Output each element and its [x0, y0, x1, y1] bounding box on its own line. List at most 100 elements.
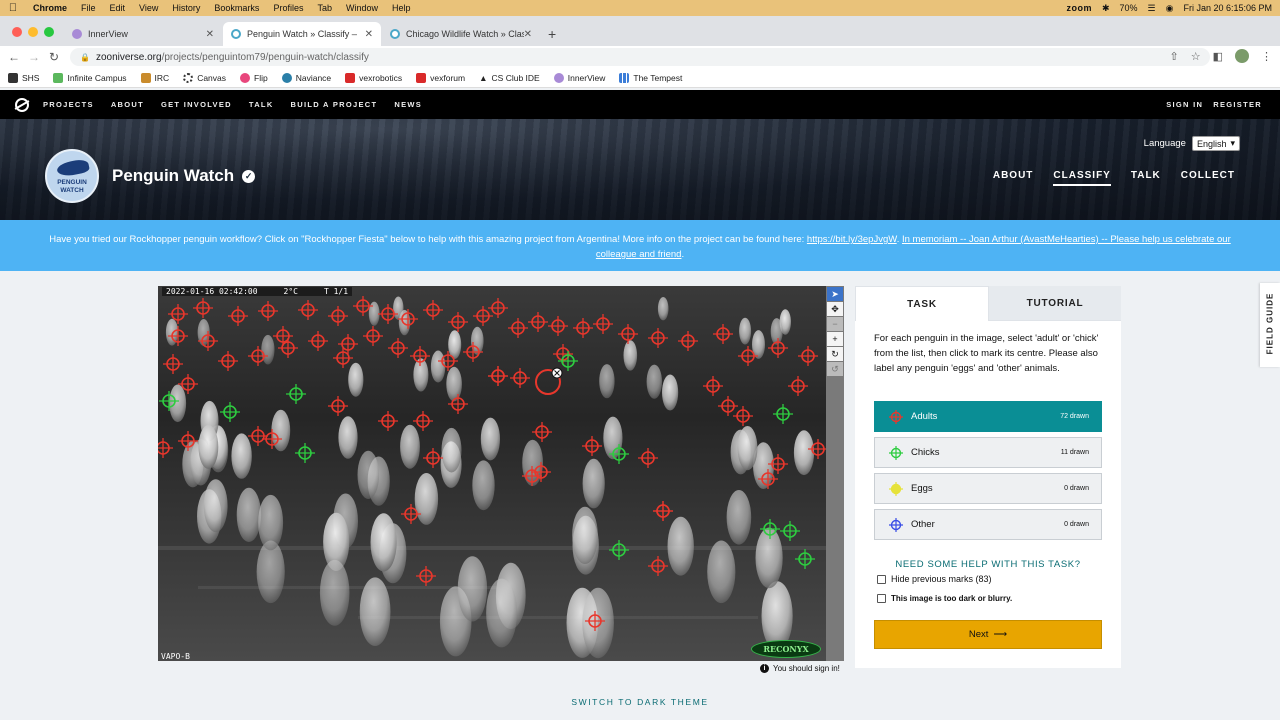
- project-nav-about[interactable]: ABOUT: [993, 170, 1034, 186]
- project-avatar[interactable]: PENGUIN WATCH: [45, 149, 99, 203]
- switch-dark-theme-button[interactable]: SWITCH TO DARK THEME: [0, 697, 1280, 707]
- option-adults[interactable]: Adults 72 drawn: [874, 401, 1102, 432]
- nav-news[interactable]: NEWS: [394, 100, 422, 109]
- pointer-tool-icon[interactable]: ➤: [827, 287, 843, 301]
- browser-tab-innerview[interactable]: InnerView ✕: [64, 22, 222, 46]
- bluetooth-icon[interactable]: ✱: [1102, 3, 1110, 14]
- next-button[interactable]: Next ⟶: [874, 620, 1102, 649]
- menu-tab[interactable]: Tab: [310, 3, 339, 13]
- language-value: English: [1196, 138, 1227, 149]
- bookmark-canvas[interactable]: Canvas: [183, 72, 226, 83]
- bookmark-shs[interactable]: SHS: [8, 72, 39, 83]
- register-link[interactable]: REGISTER: [1213, 100, 1262, 109]
- minimize-window-button[interactable]: [28, 27, 38, 37]
- zooniverse-logo-icon[interactable]: [15, 97, 29, 112]
- language-select[interactable]: English ▾: [1191, 136, 1240, 151]
- task-instruction: For each penguin in the image, select 'a…: [874, 333, 1099, 374]
- share-icon[interactable]: ⇧: [1170, 50, 1179, 63]
- menu-bookmarks[interactable]: Bookmarks: [207, 3, 266, 13]
- close-window-button[interactable]: [12, 27, 22, 37]
- project-title[interactable]: Penguin Watch: [112, 166, 234, 186]
- checkbox-icon[interactable]: [877, 574, 886, 584]
- camera-trap-photo[interactable]: [158, 286, 826, 661]
- wifi-icon[interactable]: ☰: [1148, 3, 1156, 14]
- menu-view[interactable]: View: [132, 3, 165, 13]
- tab-tutorial[interactable]: TUTORIAL: [989, 286, 1121, 321]
- zoom-window-button[interactable]: [44, 27, 54, 37]
- nav-get-involved[interactable]: GET INVOLVED: [161, 100, 232, 109]
- zoom-in-icon[interactable]: +: [827, 332, 843, 346]
- browser-tab-chicago-wildlife[interactable]: Chicago Wildlife Watch » Class ✕: [382, 22, 540, 46]
- browser-tab-penguin-watch[interactable]: Penguin Watch » Classify — Zo ✕: [223, 22, 381, 46]
- menu-history[interactable]: History: [165, 3, 207, 13]
- menu-edit[interactable]: Edit: [103, 3, 133, 13]
- zoom-out-icon[interactable]: −: [827, 317, 843, 331]
- url-field[interactable]: 🔒 zooniverse.org/projects/penguintom79/p…: [70, 48, 1210, 66]
- project-nav-talk[interactable]: TALK: [1131, 170, 1161, 186]
- lock-icon[interactable]: 🔒: [80, 53, 90, 62]
- option-other[interactable]: Other 0 drawn: [874, 509, 1102, 540]
- zoom-status[interactable]: zoom: [1066, 3, 1092, 13]
- menu-window[interactable]: Window: [339, 3, 385, 13]
- reload-icon[interactable]: ↻: [44, 50, 64, 64]
- forward-icon[interactable]: →: [24, 50, 44, 64]
- rotate-icon[interactable]: ↻: [827, 347, 843, 361]
- menu-file[interactable]: File: [74, 3, 103, 13]
- profile-avatar[interactable]: [1235, 49, 1249, 63]
- close-tab-icon[interactable]: ✕: [524, 29, 532, 40]
- option-eggs[interactable]: Eggs 0 drawn: [874, 473, 1102, 504]
- banner-link[interactable]: https://bit.ly/3epJvgW: [807, 234, 897, 245]
- crosshair-icon: [889, 409, 903, 424]
- bookmark-irc[interactable]: IRC: [140, 72, 169, 83]
- sidebar-icon[interactable]: ◧: [1213, 50, 1223, 63]
- nav-about[interactable]: ABOUT: [111, 100, 144, 109]
- tab-title: InnerView: [88, 29, 128, 39]
- project-nav-classify[interactable]: CLASSIFY: [1053, 170, 1111, 186]
- close-tab-icon[interactable]: ✕: [365, 29, 373, 40]
- penguin-silhouette: [400, 424, 420, 469]
- close-tab-icon[interactable]: ✕: [206, 29, 214, 40]
- innerview-icon: [553, 72, 564, 83]
- bookmark-cs-club-ide[interactable]: ▲ CS Club IDE: [479, 73, 540, 83]
- menu-profiles[interactable]: Profiles: [266, 3, 310, 13]
- reset-icon[interactable]: ↺: [827, 362, 843, 376]
- penguin-silhouette: [368, 301, 380, 326]
- field-guide-tab[interactable]: FIELD GUIDE: [1260, 283, 1280, 367]
- nav-talk[interactable]: TALK: [249, 100, 274, 109]
- bookmark-infinite-campus[interactable]: Infinite Campus: [53, 72, 127, 83]
- too-dark-checkbox[interactable]: This image is too dark or blurry.: [877, 594, 1012, 603]
- zooniverse-top-nav: PROJECTS ABOUT GET INVOLVED TALK BUILD A…: [0, 90, 1280, 119]
- nav-projects[interactable]: PROJECTS: [43, 100, 94, 109]
- project-nav-collect[interactable]: COLLECT: [1181, 170, 1235, 186]
- bookmark-star-icon[interactable]: ☆: [1191, 50, 1201, 63]
- bookmark-naviance[interactable]: Naviance: [281, 72, 331, 83]
- nav-build-a-project[interactable]: BUILD A PROJECT: [291, 100, 378, 109]
- hide-marks-checkbox[interactable]: Hide previous marks (83): [877, 574, 992, 584]
- subject-image[interactable]: 2022-01-16 02:42:00 2°C T 1/1 VAPO-B REC…: [158, 286, 826, 661]
- apple-icon[interactable]: : [0, 2, 26, 14]
- penguin-silhouette: [662, 374, 679, 411]
- battery-percent[interactable]: 70%: [1120, 3, 1138, 13]
- help-link[interactable]: NEED SOME HELP WITH THIS TASK?: [855, 559, 1121, 570]
- control-center-icon[interactable]: ◉: [1166, 3, 1174, 14]
- bookmark-flip[interactable]: Flip: [240, 72, 268, 83]
- menu-help[interactable]: Help: [385, 3, 418, 13]
- checkbox-icon[interactable]: [877, 594, 886, 603]
- bookmark-vexrobotics[interactable]: vexrobotics: [345, 72, 402, 83]
- penguin-silhouette: [582, 587, 614, 659]
- kebab-menu-icon[interactable]: ⋮: [1261, 50, 1272, 63]
- back-icon[interactable]: ←: [4, 50, 24, 64]
- bookmark-innerview[interactable]: InnerView: [553, 72, 605, 83]
- bookmark-vexforum[interactable]: vexforum: [416, 72, 465, 83]
- penguin-silhouette: [359, 577, 391, 646]
- bookmark-the-tempest[interactable]: The Tempest: [619, 72, 682, 83]
- option-chicks[interactable]: Chicks 11 drawn: [874, 437, 1102, 468]
- sign-in-link[interactable]: SIGN IN: [1166, 100, 1203, 109]
- clock[interactable]: Fri Jan 20 6:15:06 PM: [1183, 3, 1272, 13]
- new-tab-button[interactable]: +: [548, 26, 556, 42]
- move-tool-icon[interactable]: ✥: [827, 302, 843, 316]
- info-icon: i: [760, 664, 769, 673]
- camera-label: VAPO-B: [161, 652, 190, 661]
- tab-task[interactable]: TASK: [855, 286, 989, 321]
- menu-chrome[interactable]: Chrome: [26, 3, 74, 13]
